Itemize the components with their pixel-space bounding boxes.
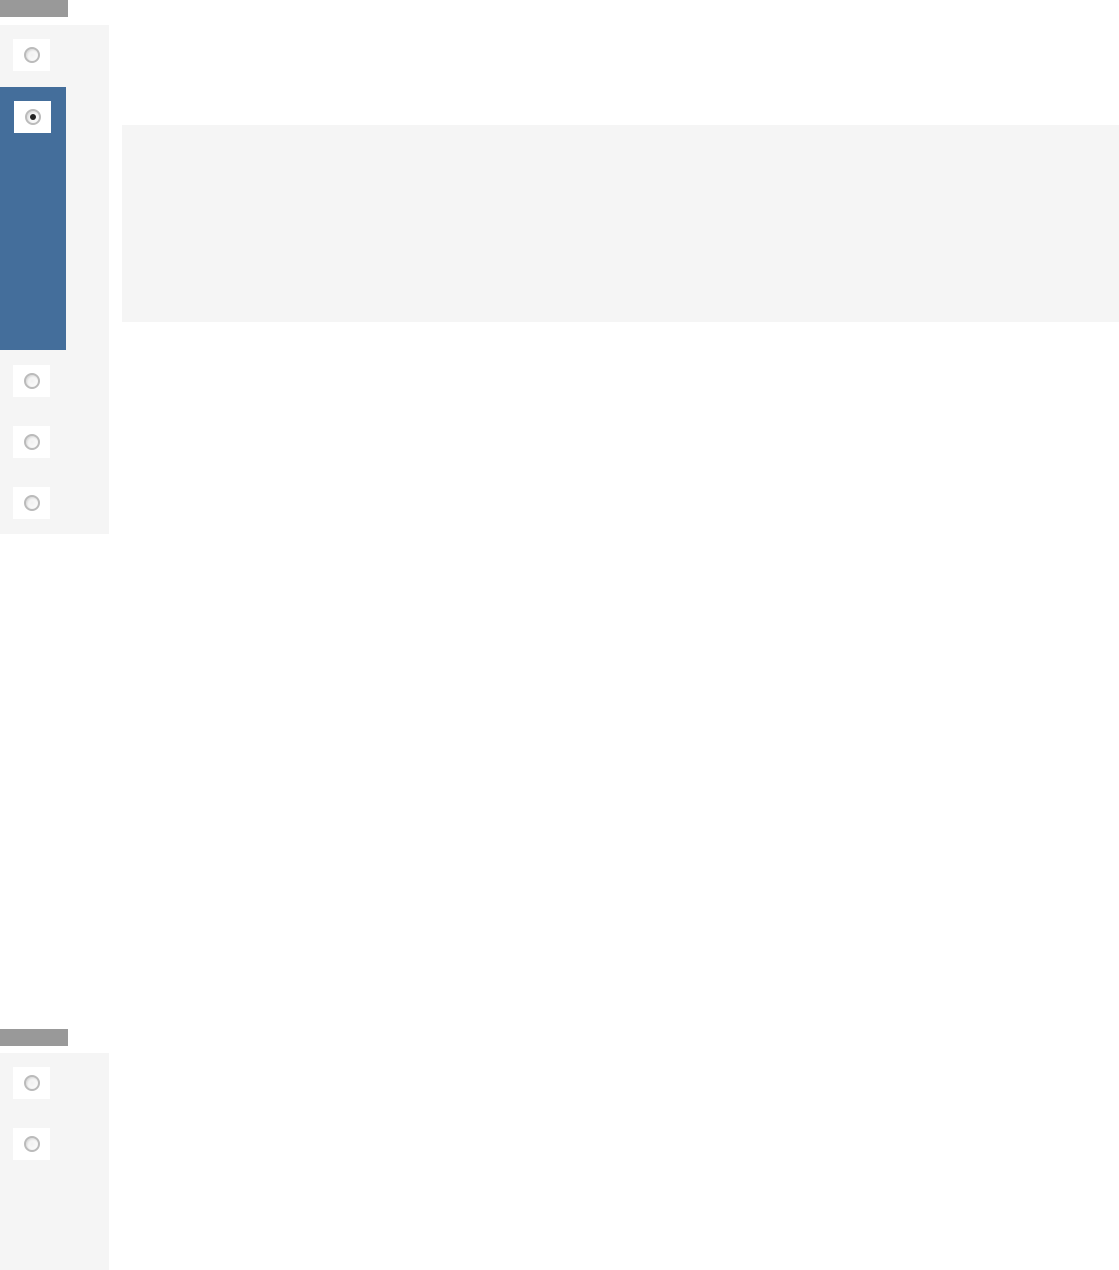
sidebar-option-1[interactable] — [13, 39, 109, 71]
radio-icon — [24, 434, 40, 450]
mid-divider-bar — [0, 1029, 68, 1046]
radio-icon — [24, 495, 40, 511]
sidebar-option-3[interactable] — [13, 365, 50, 397]
sidebar-option-4[interactable] — [13, 426, 50, 458]
radio-box[interactable] — [13, 1128, 50, 1160]
radio-box[interactable] — [13, 1067, 50, 1099]
radio-icon — [24, 47, 40, 63]
sidebar-option-2-selected[interactable] — [0, 87, 66, 350]
sidebar-panel-2 — [0, 1053, 109, 1270]
main-content-panel — [122, 125, 1119, 322]
sidebar2-option-2[interactable] — [13, 1128, 50, 1160]
sidebar-panel-1 — [0, 25, 109, 534]
radio-box[interactable] — [13, 39, 50, 71]
radio-box[interactable] — [13, 365, 50, 397]
radio-icon-checked — [25, 109, 41, 125]
radio-box[interactable] — [13, 426, 50, 458]
radio-icon — [24, 373, 40, 389]
radio-icon — [24, 1075, 40, 1091]
sidebar2-option-1[interactable] — [13, 1067, 50, 1099]
radio-icon — [24, 1136, 40, 1152]
top-divider-bar — [0, 0, 68, 17]
radio-box[interactable] — [14, 101, 51, 133]
sidebar-option-5[interactable] — [13, 487, 50, 519]
radio-box[interactable] — [13, 487, 50, 519]
